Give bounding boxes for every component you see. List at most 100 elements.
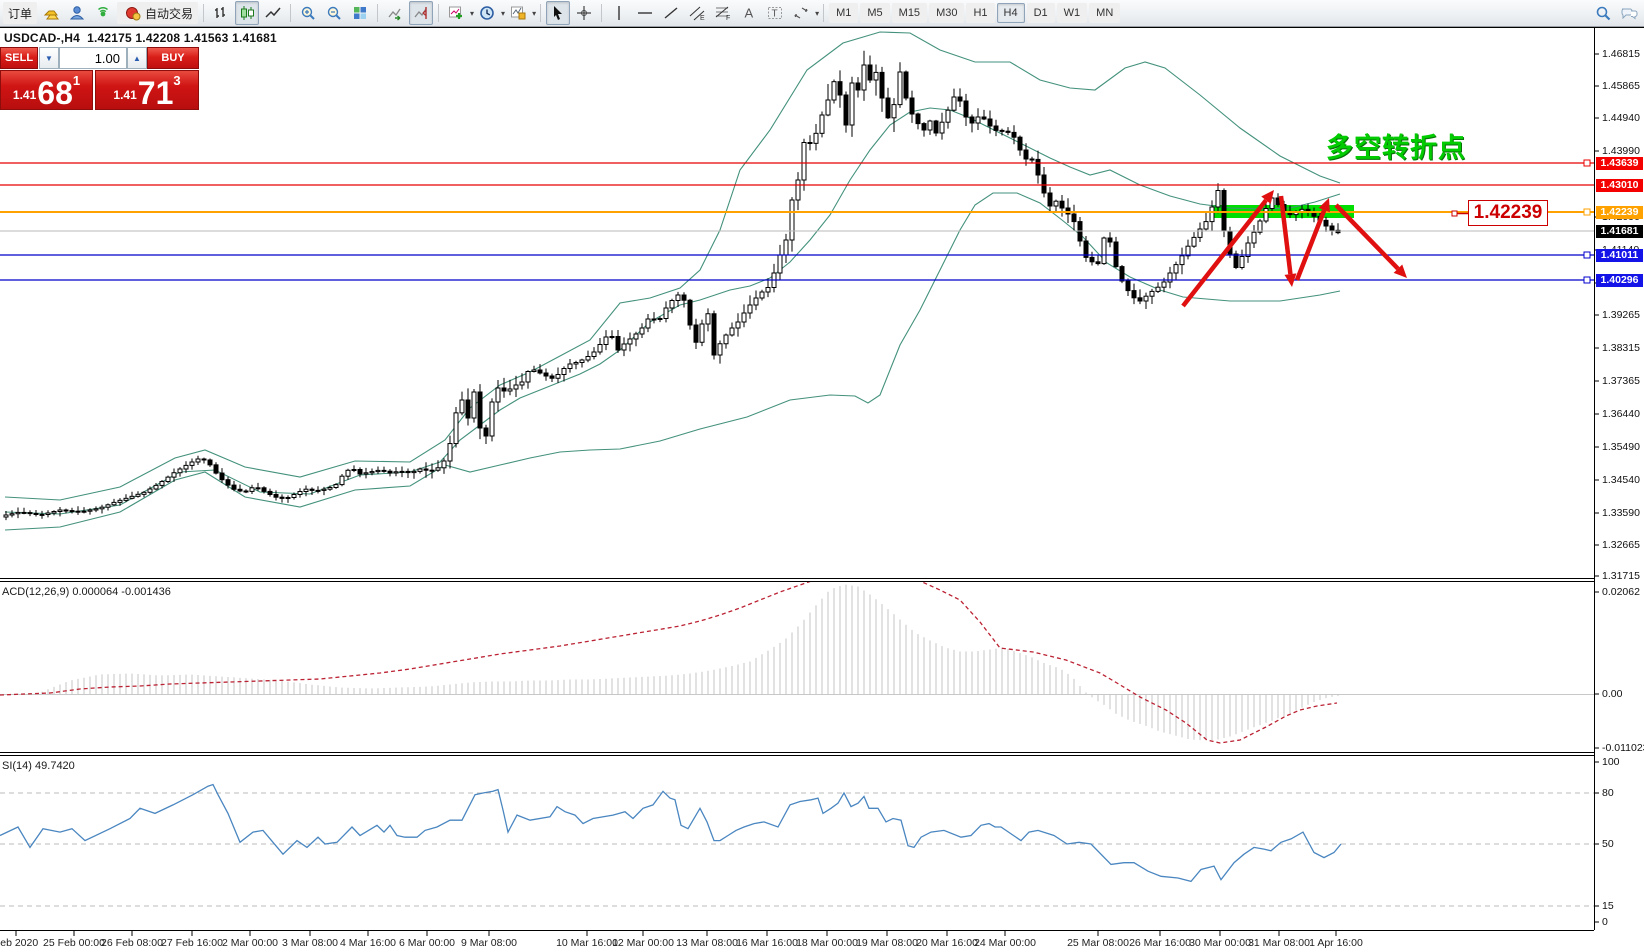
tile-windows-icon[interactable] (348, 1, 372, 25)
price-level-value: 1.42239 (1474, 202, 1543, 224)
time-label: 19 Mar 08:00 (856, 937, 918, 949)
indicators-dropdown-icon[interactable]: ▾ (470, 9, 474, 18)
timeframe-mn[interactable]: MN (1089, 3, 1120, 23)
rsi-axis-tick: 0 (1602, 916, 1608, 928)
buy-price-panel[interactable]: 1.41 71 3 (95, 70, 199, 110)
price-tag-1.42239: 1.42239 (1596, 206, 1643, 219)
toolbar-separator (203, 4, 204, 22)
text-label-icon[interactable]: T (763, 1, 787, 25)
shapes-icon[interactable] (789, 1, 813, 25)
sell-button[interactable]: SELL (0, 47, 38, 69)
rsi-axis-tick: 100 (1602, 756, 1620, 768)
horizontal-line-icon[interactable] (633, 1, 657, 25)
time-label: 31 Mar 08:00 (1248, 937, 1310, 949)
price-level-label[interactable]: 1.42239 (1468, 200, 1548, 226)
indicators-icon[interactable] (444, 1, 468, 25)
volume-decrease-button[interactable]: ▼ (39, 47, 59, 69)
chat-icon[interactable] (1617, 1, 1641, 25)
volume-increase-button[interactable]: ▲ (127, 47, 147, 69)
timeframe-h1[interactable]: H1 (966, 3, 994, 23)
time-label: 20 Mar 16:00 (916, 937, 978, 949)
timeframe-d1[interactable]: D1 (1027, 3, 1055, 23)
trendline-icon[interactable] (659, 1, 683, 25)
svg-text:F: F (726, 15, 730, 22)
zoom-in-icon[interactable] (296, 1, 320, 25)
time-label: 26 Feb 08:00 (101, 937, 163, 949)
order-button[interactable]: 订单 (3, 2, 37, 24)
rsi-axis-tick: 50 (1602, 838, 1614, 850)
bar-chart-icon[interactable] (209, 1, 233, 25)
time-label: 4 Mar 16:00 (340, 937, 396, 949)
time-label: 2 Mar 00:00 (222, 937, 278, 949)
price-tick: 1.39265 (1602, 309, 1640, 321)
turning-point-annotation[interactable]: 多空转折点 (1326, 126, 1466, 165)
time-label: 26 Mar 16:00 (1129, 937, 1191, 949)
price-tick: 1.46815 (1602, 48, 1640, 60)
periods-icon[interactable] (475, 1, 499, 25)
gold-icon[interactable] (39, 1, 63, 25)
price-tick: 1.43990 (1602, 145, 1640, 157)
vertical-line-icon[interactable] (607, 1, 631, 25)
buy-button[interactable]: BUY (147, 47, 199, 69)
text-tool-icon[interactable]: A (737, 1, 761, 25)
macd-axis-tick: -0.011023 (1602, 742, 1644, 754)
macd-axis-tick: 0.02062 (1602, 586, 1640, 598)
autotrade-button[interactable]: 自动交易 (117, 2, 198, 24)
time-label: 13 Mar 08:00 (676, 937, 738, 949)
toolbar-separator (540, 4, 541, 22)
buy-price-big: 71 (138, 80, 174, 106)
price-tag-1.40296: 1.40296 (1596, 274, 1643, 287)
crosshair-icon[interactable] (572, 1, 596, 25)
bollinger-lower-band (5, 193, 1340, 530)
search-icon[interactable] (1591, 1, 1615, 25)
sell-price-prefix: 1.41 (13, 88, 36, 102)
auto-scroll-icon[interactable] (383, 1, 407, 25)
macd-indicator-label: ACD(12,26,9) 0.000064 -0.001436 (2, 586, 171, 598)
price-tick: 1.45865 (1602, 80, 1640, 92)
chart-shift-icon[interactable] (409, 1, 433, 25)
price-tick: 1.34540 (1602, 474, 1640, 486)
timeframe-w1[interactable]: W1 (1057, 3, 1088, 23)
community-icon[interactable] (65, 1, 89, 25)
cursor-icon[interactable] (546, 1, 570, 25)
time-label: 24 Mar 00:00 (974, 937, 1036, 949)
sell-price-sup: 1 (73, 73, 80, 88)
periods-dropdown-icon[interactable]: ▾ (501, 9, 505, 18)
time-label: 30 Mar 00:00 (1189, 937, 1251, 949)
timeframe-m30[interactable]: M30 (929, 3, 964, 23)
toolbar-separator (438, 4, 439, 22)
fibonacci-icon[interactable]: F (711, 1, 735, 25)
price-tick: 1.38315 (1602, 342, 1640, 354)
timeframe-h4[interactable]: H4 (997, 3, 1025, 23)
time-label: 1 Apr 16:00 (1309, 937, 1363, 949)
shapes-dropdown-icon[interactable]: ▾ (815, 9, 819, 18)
timeframe-m5[interactable]: M5 (860, 3, 889, 23)
price-tick: 1.35490 (1602, 441, 1640, 453)
price-tag-1.43639: 1.43639 (1596, 157, 1643, 170)
templates-icon[interactable] (506, 1, 530, 25)
macd-histogram (18, 585, 1338, 741)
price-tag-1.41011: 1.41011 (1596, 249, 1643, 262)
line-chart-icon[interactable] (261, 1, 285, 25)
macd-signal-line (0, 572, 1337, 743)
signals-icon[interactable] (91, 1, 115, 25)
price-label-anchor (1452, 211, 1457, 216)
timeframe-m15[interactable]: M15 (892, 3, 927, 23)
time-label: 3 Mar 08:00 (282, 937, 338, 949)
buy-price-prefix: 1.41 (113, 88, 136, 102)
price-tag-1.43010: 1.43010 (1596, 179, 1643, 192)
rsi-axis-tick: 80 (1602, 787, 1614, 799)
symbol-ohlc-info: USDCAD-,H4 1.42175 1.42208 1.41563 1.416… (4, 31, 277, 45)
svg-text:A: A (745, 6, 754, 21)
svg-text:T: T (772, 9, 778, 20)
price-tick: 1.37365 (1602, 375, 1640, 387)
sell-price-panel[interactable]: 1.41 68 1 (0, 70, 93, 110)
time-label: 27 Feb 16:00 (161, 937, 223, 949)
toolbar: 订单 自动交易 (0, 0, 1644, 27)
equidistant-channel-icon[interactable]: E (685, 1, 709, 25)
zoom-out-icon[interactable] (322, 1, 346, 25)
volume-input[interactable] (59, 47, 127, 69)
templates-dropdown-icon[interactable]: ▾ (532, 9, 536, 18)
candle-chart-icon[interactable] (235, 1, 259, 25)
timeframe-m1[interactable]: M1 (829, 3, 858, 23)
